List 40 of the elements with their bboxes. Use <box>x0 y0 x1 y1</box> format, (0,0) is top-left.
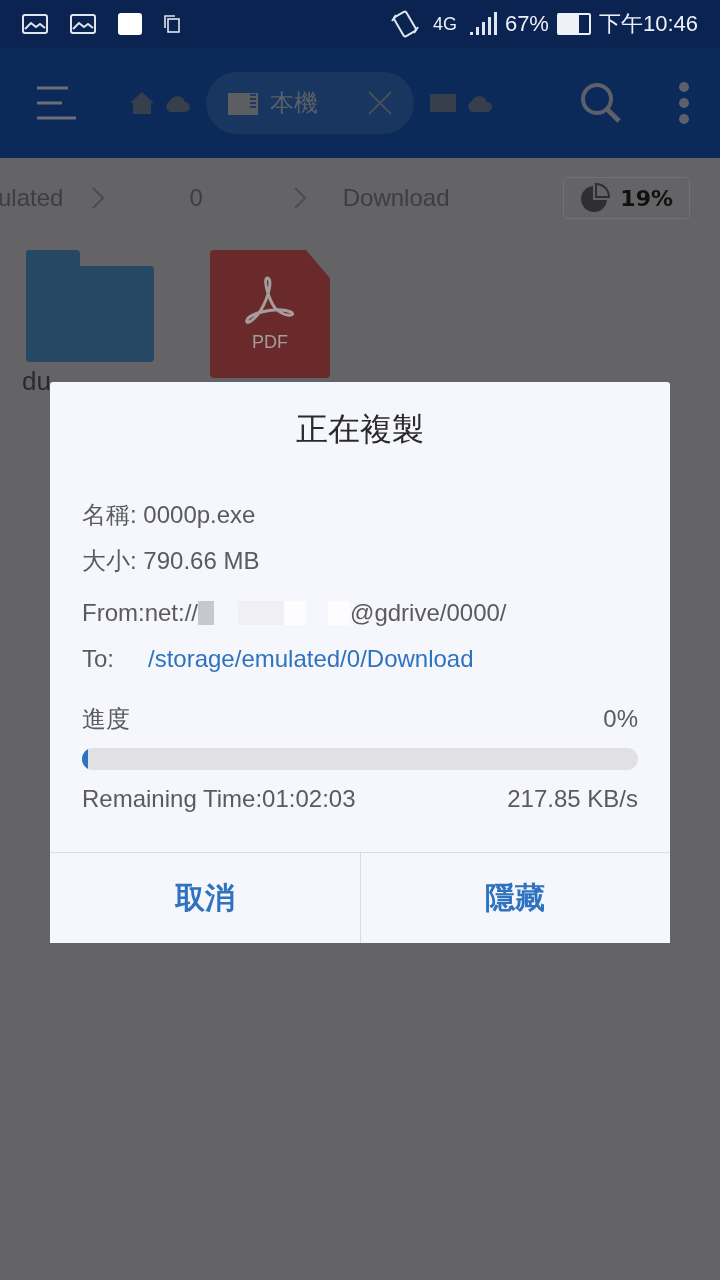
pie-icon <box>580 183 611 213</box>
close-icon[interactable] <box>368 91 392 115</box>
redaction-block <box>198 601 215 625</box>
file-size-info: 大小: 790.66 MB <box>82 546 261 576</box>
signal-icon <box>468 12 497 36</box>
battery-icon <box>556 13 591 35</box>
menu-icon[interactable] <box>36 86 76 120</box>
progress-percent: 0% <box>603 705 638 733</box>
picture-icon <box>70 14 96 34</box>
search-icon[interactable] <box>580 82 622 124</box>
cloud-icon[interactable] <box>164 94 190 112</box>
file-name: du <box>22 366 51 397</box>
picture-icon <box>22 14 48 34</box>
transfer-speed: 217.85 KB/s <box>507 785 638 813</box>
folder-icon[interactable] <box>26 250 154 362</box>
file-name-info: 名稱: 0000p.exe <box>82 500 257 530</box>
destination-label: To: <box>82 645 115 673</box>
source-suffix: @gdrive/0000/ <box>350 599 507 627</box>
chevron-icon <box>292 186 307 210</box>
home-icon[interactable] <box>130 92 154 114</box>
remaining-time: Remaining Time:01:02:03 <box>82 785 356 813</box>
location-tab[interactable]: 本機 <box>206 72 414 134</box>
battery-percent: 67% <box>504 11 549 37</box>
source-prefix: From:net:// <box>82 599 199 627</box>
more-icon[interactable] <box>678 82 690 124</box>
storage-badge[interactable]: 19% <box>563 177 690 219</box>
network-type: 4G <box>432 13 457 35</box>
sd-card-icon[interactable] <box>430 94 456 112</box>
cloud-icon[interactable] <box>466 94 492 112</box>
sd-card-icon <box>228 91 258 115</box>
copy-icon <box>164 15 180 33</box>
pdf-file-icon[interactable]: PDF <box>210 250 330 378</box>
chevron-icon <box>91 186 106 210</box>
clock: 下午10:46 <box>598 10 698 38</box>
destination-link[interactable]: /storage/emulated/0/Download <box>148 645 474 673</box>
square-icon <box>118 13 142 35</box>
dialog-button[interactable]: 隱藏 <box>359 853 670 943</box>
progress-label: 進度 <box>82 704 130 734</box>
vibrate-icon <box>388 9 421 39</box>
dialog-title: 正在複製 <box>295 409 425 450</box>
